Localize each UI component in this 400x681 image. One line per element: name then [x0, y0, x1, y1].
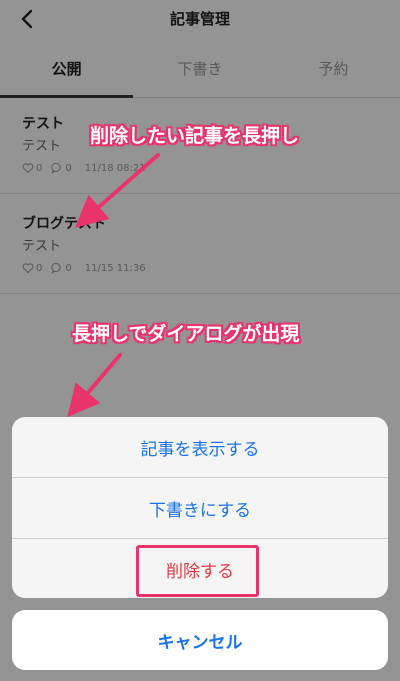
delete-highlight-frame — [136, 545, 259, 597]
annotation-long-press: 削除したい記事を長押し — [90, 125, 300, 147]
annotation-dialog-appears: 長押しでダイアログが出現 — [72, 323, 300, 345]
move-to-draft-button[interactable]: 下書きにする — [12, 478, 388, 538]
cancel-button[interactable]: キャンセル — [12, 610, 388, 670]
view-article-button[interactable]: 記事を表示する — [12, 417, 388, 477]
